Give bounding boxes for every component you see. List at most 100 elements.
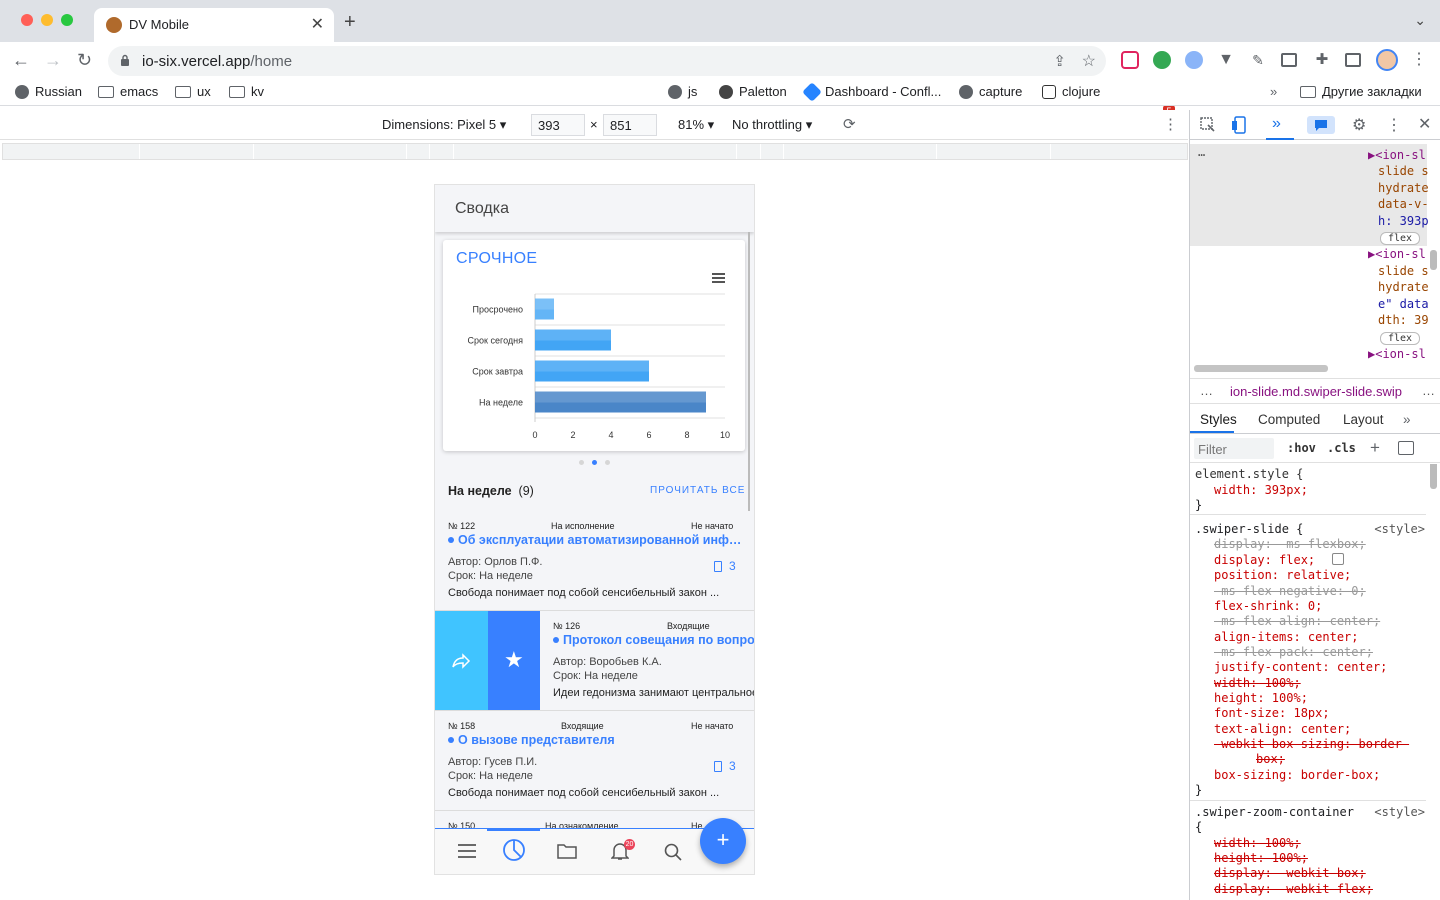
profile-avatar[interactable]	[1376, 49, 1398, 71]
bookmark-dashboard[interactable]: Dashboard - Confl...	[802, 81, 941, 102]
filter-input[interactable]: Filter	[1194, 438, 1274, 459]
declaration-overridden[interactable]: height: 100%;	[1214, 851, 1308, 865]
device-toggle-icon[interactable]	[1231, 116, 1247, 134]
minimize-window-button[interactable]	[41, 14, 53, 26]
declaration[interactable]: position: relative;	[1214, 568, 1351, 582]
declaration-overridden[interactable]: display: -ms-flexbox;	[1214, 537, 1366, 551]
toggle-sidebar-icon[interactable]	[1398, 441, 1414, 455]
list-item-swiped[interactable]: ★ № 126 Входящие Протокол совещания по в…	[435, 611, 754, 711]
bookmark-clojure[interactable]: clojure	[1042, 84, 1100, 99]
list-item[interactable]: № 126 Входящие Протокол совещания по воп…	[540, 611, 754, 710]
bookmark-capture[interactable]: capture	[959, 84, 1022, 99]
extension-badge-icon[interactable]	[1153, 51, 1171, 69]
share-icon[interactable]: ⇪	[1053, 52, 1066, 70]
list-item[interactable]: № 122 На исполнение Не начато Об эксплуа…	[435, 511, 754, 611]
vertical-scrollbar[interactable]	[1430, 250, 1437, 270]
rule-source-link[interactable]: <style>	[1374, 522, 1425, 536]
slide-dot-active[interactable]	[592, 460, 597, 465]
inspect-element-icon[interactable]	[1200, 117, 1216, 133]
declaration-overridden[interactable]: -webkit-box-sizing: border-	[1214, 737, 1409, 751]
hover-state-toggle[interactable]: :hov	[1287, 441, 1316, 455]
declaration[interactable]: text-align: center;	[1214, 722, 1351, 736]
declaration[interactable]: width: 393px;	[1214, 483, 1308, 497]
bookmark-star-icon[interactable]: ☆	[1082, 51, 1096, 71]
bookmark-js[interactable]: js	[668, 84, 697, 99]
styles-scrollbar[interactable]	[1430, 464, 1437, 489]
settings-gear-icon[interactable]: ⚙	[1352, 115, 1366, 135]
declaration-overridden[interactable]: width: 100%;	[1214, 836, 1301, 850]
tab-styles[interactable]: Styles	[1200, 412, 1237, 427]
tab-layout[interactable]: Layout	[1343, 412, 1384, 427]
flex-badge[interactable]: flex	[1380, 332, 1420, 345]
close-tab-icon[interactable]: ✕	[311, 14, 324, 34]
device-select[interactable]: Dimensions: Pixel 5 ▾	[382, 117, 506, 133]
pocket-extension-icon[interactable]	[1121, 51, 1139, 69]
chrome-menu-icon[interactable]: ⋮	[1410, 51, 1428, 69]
horizontal-scrollbar[interactable]	[1194, 365, 1328, 372]
maximize-window-button[interactable]	[61, 14, 73, 26]
issues-button[interactable]	[1307, 116, 1335, 134]
rotate-icon[interactable]: ⟳	[843, 115, 856, 133]
declaration[interactable]: justify-content: center;	[1214, 660, 1387, 674]
bookmark-emacs[interactable]: emacs	[98, 84, 158, 99]
breadcrumb-ellipsis[interactable]: …	[1422, 383, 1435, 398]
more-options-icon[interactable]: ⋮	[1163, 115, 1178, 133]
class-toggle[interactable]: .cls	[1327, 441, 1356, 455]
declaration-overridden[interactable]: -ms-flex-negative: 0;	[1214, 584, 1366, 598]
screenshot-extension-icon[interactable]	[1281, 53, 1297, 67]
declaration[interactable]: height: 100%;	[1214, 691, 1308, 705]
height-input[interactable]: 851	[603, 114, 657, 136]
bookmark-kv[interactable]: kv	[229, 84, 264, 99]
width-input[interactable]: 393	[531, 114, 585, 136]
declaration[interactable]: flex-shrink: 0;	[1214, 599, 1322, 613]
reload-icon[interactable]: ↻	[77, 50, 92, 70]
node-ellipsis-icon[interactable]: …	[1198, 145, 1205, 159]
back-arrow-icon[interactable]: ←	[12, 50, 30, 70]
declaration-overridden[interactable]: box;	[1256, 752, 1285, 766]
bookmark-ux[interactable]: ux	[175, 84, 211, 99]
add-rule-icon[interactable]: +	[1370, 438, 1380, 458]
address-bar[interactable]: io-six.vercel.app/home ⇪ ☆	[108, 46, 1106, 76]
urgent-card[interactable]: СРОЧНОЕ Просрочено Срок сегодня Срок завтр…	[443, 240, 745, 451]
dom-breadcrumb[interactable]: … ion-slide.md.swiper-slide.swip …	[1190, 378, 1440, 404]
declaration[interactable]: align-items: center;	[1214, 630, 1359, 644]
declaration-overridden[interactable]: -ms-flex-align: center;	[1214, 614, 1380, 628]
vuejs-extension-icon[interactable]: ▼	[1217, 51, 1235, 69]
flex-editor-icon[interactable]	[1332, 553, 1344, 565]
slide-dot[interactable]	[579, 460, 584, 465]
media-query-ruler[interactable]	[2, 143, 1188, 160]
close-window-button[interactable]	[21, 14, 33, 26]
scrollbar[interactable]	[748, 232, 750, 547]
slide-dot[interactable]	[605, 460, 610, 465]
extensions-puzzle-icon[interactable]: ✚	[1313, 51, 1331, 69]
declaration-overridden[interactable]: width: 100%;	[1214, 676, 1301, 690]
forward-button[interactable]	[435, 611, 488, 710]
browser-tab[interactable]: DV Mobile ✕	[94, 8, 334, 42]
declaration[interactable]: box-sizing: border-box;	[1214, 768, 1380, 782]
close-devtools-icon[interactable]: ✕	[1418, 114, 1431, 134]
declaration-overridden[interactable]: display: -webkit-flex;	[1214, 882, 1373, 896]
list-item[interactable]: № 158 Входящие Не начато О вызове предст…	[435, 711, 754, 811]
add-fab-button[interactable]: +	[700, 818, 746, 864]
declaration[interactable]: font-size: 18px;	[1214, 706, 1330, 720]
tab-computed[interactable]: Computed	[1258, 412, 1320, 427]
declaration-overridden[interactable]: -ms-flex-pack: center;	[1214, 645, 1373, 659]
rule-source-link[interactable]: <style>	[1374, 805, 1425, 819]
new-tab-button[interactable]: +	[344, 12, 356, 32]
more-panels-icon[interactable]: »	[1272, 115, 1281, 133]
folder-icon[interactable]	[557, 843, 577, 859]
bookmark-paletton[interactable]: Paletton	[719, 84, 787, 99]
read-all-button[interactable]: ПРОЧИТАТЬ ВСЕ	[650, 485, 745, 496]
breadcrumb-ellipsis[interactable]: …	[1200, 383, 1213, 398]
search-icon[interactable]	[664, 843, 682, 861]
side-panel-icon[interactable]	[1345, 53, 1361, 67]
bookmark-russian[interactable]: Russian	[15, 84, 82, 99]
flex-badge[interactable]: flex	[1380, 232, 1420, 245]
breadcrumb-node[interactable]: ion-slide.md.swiper-slide.swip	[1230, 384, 1410, 399]
devtools-menu-icon[interactable]: ⋮	[1386, 115, 1402, 135]
other-bookmarks[interactable]: Другие закладки	[1300, 84, 1422, 99]
elements-tree[interactable]: … ▶<ion-sl slide s hydrate data-v- h: 39…	[1190, 140, 1440, 375]
bookmarks-overflow-icon[interactable]: »	[1270, 84, 1277, 99]
declaration-overridden[interactable]: display: -webkit-box;	[1214, 866, 1366, 880]
more-tabs-icon[interactable]: »	[1403, 412, 1411, 427]
